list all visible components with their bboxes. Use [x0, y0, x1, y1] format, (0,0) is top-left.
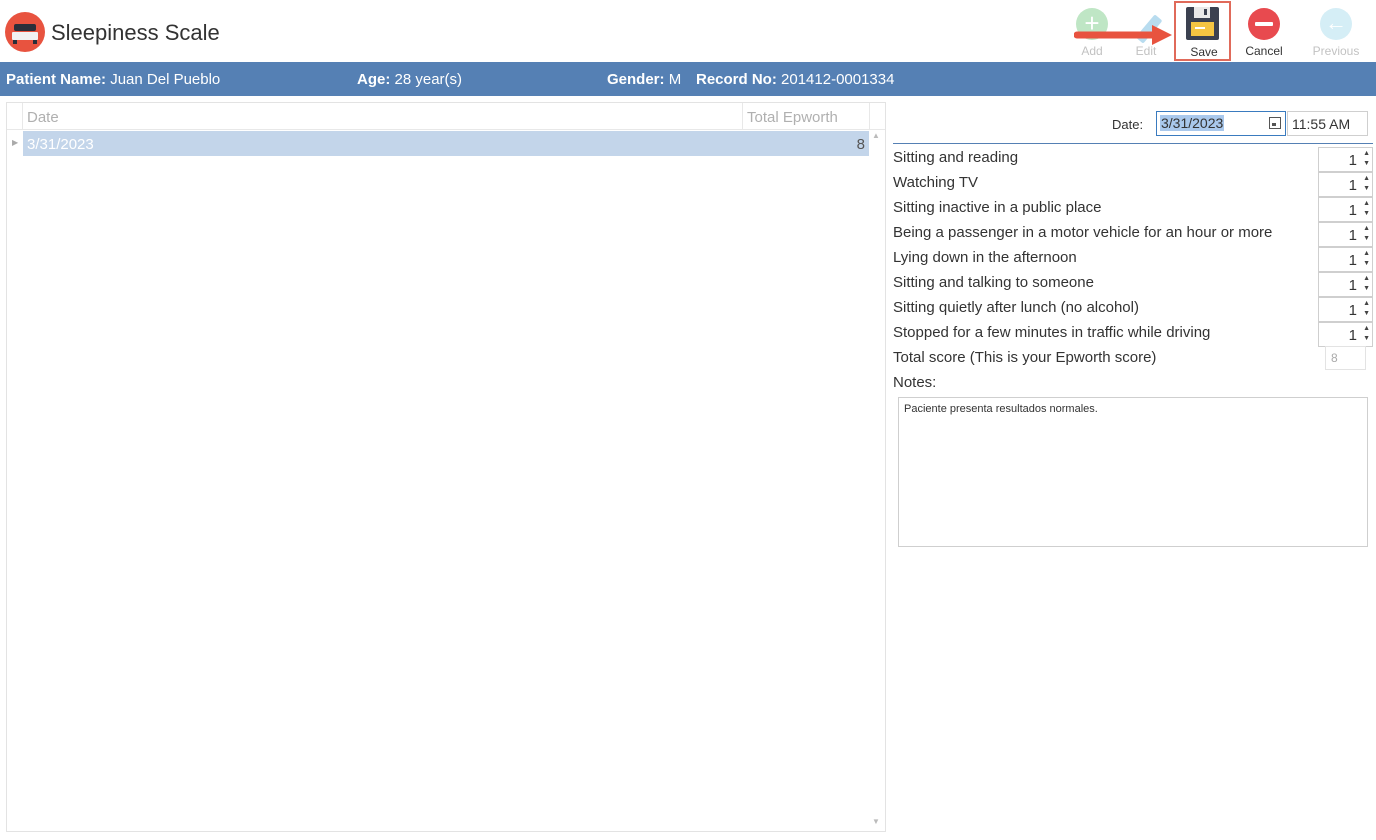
date-value: 3/31/2023 [1160, 115, 1225, 131]
date-field[interactable]: 3/31/2023 [1156, 111, 1286, 136]
question-label: Stopped for a few minutes in traffic whi… [893, 324, 1211, 341]
patient-gender-field: Gender: M [607, 71, 682, 88]
total-score-field: 8 [1325, 346, 1366, 370]
question-label: Watching TV [893, 174, 979, 191]
column-header-date[interactable]: Date [27, 109, 59, 126]
question-label: Sitting and reading [893, 149, 1019, 166]
question-label: Sitting inactive in a public place [893, 199, 1102, 216]
row-indicator-icon: ▶ [12, 138, 19, 147]
history-grid: Date Total Epworth ▶ 3/31/2023 8 ▲ ▼ [6, 102, 886, 832]
score-stepper[interactable]: 1 ▲ ▼ [1318, 147, 1373, 172]
score-stepper[interactable]: 1 ▲ ▼ [1318, 272, 1373, 297]
previous-button[interactable]: ← Previous [1304, 4, 1368, 60]
notes-label: Notes: [893, 374, 937, 391]
page-title: Sleepiness Scale [51, 20, 220, 45]
spin-down-icon[interactable]: ▼ [1363, 210, 1370, 217]
patient-record-field: Record No: 201412-0001334 [696, 71, 895, 88]
spin-up-icon[interactable]: ▲ [1363, 300, 1370, 307]
arrow-left-icon: ← [1320, 8, 1352, 40]
question-label: Sitting quietly after lunch (no alcohol) [893, 299, 1139, 316]
cell-total: 8 [856, 136, 865, 153]
spin-down-icon[interactable]: ▼ [1363, 260, 1370, 267]
score-stepper[interactable]: 1 ▲ ▼ [1318, 222, 1373, 247]
patient-name-field: Patient Name: Juan Del Pueblo [6, 71, 221, 88]
spin-up-icon[interactable]: ▲ [1363, 200, 1370, 207]
grid-header: Date Total Epworth [7, 103, 885, 130]
question-label: Being a passenger in a motor vehicle for… [893, 224, 1273, 241]
score-stepper[interactable]: 1 ▲ ▼ [1318, 172, 1373, 197]
spin-up-icon[interactable]: ▲ [1363, 225, 1370, 232]
spin-down-icon[interactable]: ▼ [1363, 285, 1370, 292]
score-stepper[interactable]: 1 ▲ ▼ [1318, 247, 1373, 272]
spin-up-icon[interactable]: ▲ [1363, 250, 1370, 257]
spin-down-icon[interactable]: ▼ [1363, 235, 1370, 242]
score-stepper[interactable]: 1 ▲ ▼ [1318, 322, 1373, 347]
add-label: Add [1081, 44, 1103, 58]
notes-textarea[interactable]: Paciente presenta resultados normales. [898, 397, 1368, 547]
save-label: Save [1190, 45, 1218, 59]
form-divider [893, 143, 1373, 144]
annotation-arrow-icon [1074, 25, 1172, 45]
spin-up-icon[interactable]: ▲ [1363, 325, 1370, 332]
cancel-button[interactable]: Cancel [1236, 4, 1292, 60]
spin-down-icon[interactable]: ▼ [1363, 335, 1370, 342]
question-label: Lying down in the afternoon [893, 249, 1077, 266]
minus-circle-icon [1248, 8, 1280, 40]
spin-up-icon[interactable]: ▲ [1363, 275, 1370, 282]
spin-up-icon[interactable]: ▲ [1363, 150, 1370, 157]
save-button[interactable]: Save [1174, 1, 1231, 61]
question-label: Sitting and talking to someone [893, 274, 1094, 291]
score-stepper[interactable]: 1 ▲ ▼ [1318, 197, 1373, 222]
date-label: Date: [1112, 117, 1144, 132]
spin-down-icon[interactable]: ▼ [1363, 185, 1370, 192]
spin-down-icon[interactable]: ▼ [1363, 310, 1370, 317]
scroll-down-icon[interactable]: ▼ [872, 817, 880, 826]
total-score-label: Total score (This is your Epworth score) [893, 349, 1157, 366]
spin-up-icon[interactable]: ▲ [1363, 175, 1370, 182]
table-row[interactable]: 3/31/2023 8 [23, 131, 869, 156]
notes-text: Paciente presenta resultados normales. [904, 403, 1098, 415]
patient-info-bar: Patient Name: Juan Del Pueblo Age: 28 ye… [0, 62, 1376, 96]
cell-date: 3/31/2023 [27, 136, 94, 153]
time-value: 11:55 AM [1292, 116, 1351, 132]
score-stepper[interactable]: 1 ▲ ▼ [1318, 297, 1373, 322]
patient-age-field: Age: 28 year(s) [357, 71, 463, 88]
header: Sleepiness Scale + Add Edit Save Cancel … [0, 0, 1376, 62]
bed-icon [5, 12, 45, 52]
spin-down-icon[interactable]: ▼ [1363, 160, 1370, 167]
column-header-total[interactable]: Total Epworth [747, 109, 838, 126]
previous-label: Previous [1312, 44, 1360, 58]
calendar-icon[interactable] [1269, 117, 1281, 129]
floppy-disk-icon [1186, 7, 1219, 40]
time-field[interactable]: 11:55 AM [1287, 111, 1368, 136]
edit-label: Edit [1135, 44, 1157, 58]
cancel-label: Cancel [1245, 44, 1283, 58]
scroll-up-icon[interactable]: ▲ [872, 131, 880, 140]
